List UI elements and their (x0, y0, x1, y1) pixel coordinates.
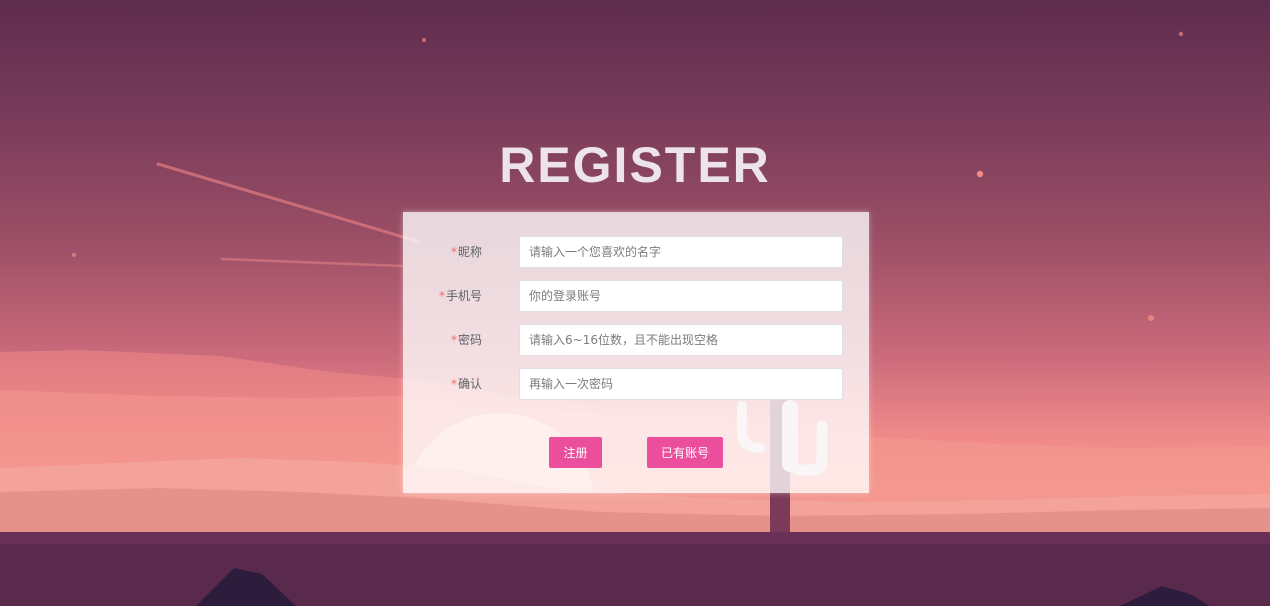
register-page: REGISTER *昵称 *手机号 *密码 *确认 注册 已有账号 (0, 0, 1270, 606)
phone-input[interactable] (519, 280, 843, 312)
shooting-star (220, 257, 404, 268)
form-row-phone: *手机号 (403, 280, 869, 312)
nickname-label: *昵称 (451, 236, 482, 268)
password-label: *密码 (451, 324, 482, 356)
required-mark: * (450, 333, 457, 347)
confirm-password-input[interactable] (519, 368, 843, 400)
register-button[interactable]: 注册 (549, 437, 602, 468)
confirm-label-text: 确认 (457, 377, 482, 391)
form-row-confirm: *确认 (403, 368, 869, 400)
confirm-label: *确认 (451, 368, 482, 400)
required-mark: * (450, 245, 457, 259)
form-row-nickname: *昵称 (403, 236, 869, 268)
has-account-button[interactable]: 已有账号 (647, 437, 723, 468)
star (1148, 315, 1154, 321)
register-form: *昵称 *手机号 *密码 *确认 注册 已有账号 (403, 212, 869, 493)
required-mark: * (438, 289, 445, 303)
required-mark: * (450, 377, 457, 391)
nickname-input[interactable] (519, 236, 843, 268)
nickname-label-text: 昵称 (457, 245, 482, 259)
password-input[interactable] (519, 324, 843, 356)
star (422, 38, 426, 42)
star (72, 253, 76, 257)
ground-highlight (0, 532, 1270, 544)
password-label-text: 密码 (457, 333, 482, 347)
phone-label-text: 手机号 (445, 289, 482, 303)
form-row-password: *密码 (403, 324, 869, 356)
page-title: REGISTER (499, 137, 771, 193)
star (1178, 31, 1184, 37)
phone-label: *手机号 (439, 280, 482, 312)
